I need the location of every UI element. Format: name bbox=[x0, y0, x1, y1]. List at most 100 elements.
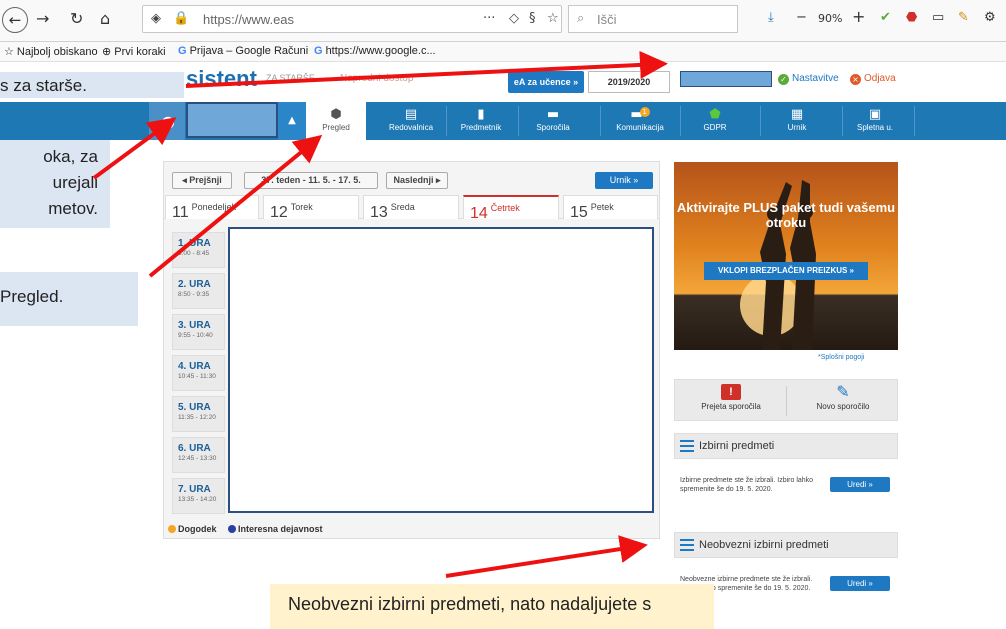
day-tabs: 11 Ponedeljek 12 Torek 13 Sreda 14 Četrtek 1… bbox=[163, 195, 660, 219]
nav-item-sporocila[interactable]: ▬ Sporočila bbox=[518, 102, 588, 140]
search-placeholder: Išči bbox=[597, 12, 617, 27]
messages-box: ! Prejeta sporočila ✎ Novo sporočilo bbox=[674, 379, 898, 421]
browser-navbar: ← → ↻ ⌂ ◈ 🔒 https://www.eas ··· ◇ § ☆ ⌕ … bbox=[0, 0, 1006, 42]
user-icon: ● bbox=[161, 112, 175, 131]
nav-item-komunikacija[interactable]: ▬1 Komunikacija bbox=[605, 102, 675, 140]
search-bar[interactable]: ⌕ Išči bbox=[568, 5, 738, 33]
bookmark-getting-started[interactable]: ⊕ Prvi koraki bbox=[102, 45, 166, 58]
next-week-button[interactable]: Naslednji ▸ bbox=[386, 172, 448, 189]
nav-item-spletna-ucilnica[interactable]: ▣ Spletna u. bbox=[840, 102, 910, 140]
url-text: https://www.eas bbox=[203, 12, 295, 27]
avatar: ● bbox=[149, 102, 185, 140]
callout-child-select: oka, za urejali metov. bbox=[0, 140, 110, 228]
hour-slot-4: 4. URA 10:45 - 11:30 bbox=[172, 355, 225, 391]
nav-item-predmetnik[interactable]: ▮ Predmetnik bbox=[446, 102, 516, 140]
username-box-highlight bbox=[680, 71, 772, 87]
header-dim-link[interactable]: Napredni dostop bbox=[340, 73, 413, 84]
callout-parents: s za starše. bbox=[0, 72, 184, 98]
sidebar-icon[interactable]: ▭ bbox=[932, 10, 944, 25]
brand-logo[interactable]: sistent bbox=[186, 66, 257, 92]
zoom-level[interactable]: 90% bbox=[818, 12, 842, 25]
download-icon[interactable]: ⤓ bbox=[768, 10, 774, 25]
arrow-to-nonmandatory bbox=[445, 535, 648, 578]
day-tab-tuesday[interactable]: 12 Torek bbox=[263, 195, 359, 219]
elective-subjects-header: Izbirni predmeti bbox=[674, 433, 898, 459]
back-arrow-icon[interactable]: ← bbox=[2, 7, 28, 33]
lock-icon: 🔒 bbox=[173, 11, 190, 26]
nav-separator bbox=[760, 106, 761, 136]
bookmark-google-login[interactable]: G Prijava – Google Računi bbox=[178, 45, 308, 57]
week-select[interactable]: 37. teden - 11. 5. - 17. 5. bbox=[244, 172, 378, 189]
nav-separator bbox=[914, 106, 915, 136]
list-icon bbox=[680, 440, 694, 452]
cube-icon: ⬢ bbox=[330, 107, 342, 122]
forward-arrow-icon[interactable]: → bbox=[36, 9, 49, 28]
gradebook-icon: ▤ bbox=[404, 107, 418, 122]
zoom-in-icon[interactable]: + bbox=[852, 7, 865, 26]
nav-item-pregled[interactable]: ⬢ Pregled bbox=[306, 102, 366, 140]
edit-elective-button[interactable]: Uredi » bbox=[830, 477, 890, 492]
url-bar[interactable]: ◈ 🔒 https://www.eas ··· ◇ § ☆ bbox=[142, 5, 562, 33]
nav-item-redovalnica[interactable]: ▤ Redovalnica bbox=[376, 102, 446, 140]
shield-icon: ◈ bbox=[151, 11, 161, 26]
people-silhouette-icon bbox=[760, 180, 816, 350]
new-message-button[interactable]: ✎ Novo sporočilo bbox=[787, 380, 899, 422]
day-tab-monday[interactable]: 11 Ponedeljek bbox=[165, 195, 259, 219]
bookmark-star-icon[interactable]: ☆ bbox=[547, 11, 559, 26]
shield-check-icon: ⬟ bbox=[709, 107, 721, 122]
main-navigation: ● ▲ ⬢ Pregled ▤ Redovalnica ▮ Predmetnik ▬ S… bbox=[0, 102, 1006, 140]
zoom-out-icon[interactable]: − bbox=[796, 10, 807, 25]
bookmark-most-visited[interactable]: ☆ Najbolj obiskano bbox=[4, 45, 98, 58]
nonmandatory-subjects-header: Neobvezni izbirni predmeti bbox=[674, 532, 898, 558]
legend-activity: Interesna dejavnost bbox=[228, 524, 323, 534]
tools-icon[interactable]: ✎ bbox=[958, 10, 969, 25]
edit-nonmandatory-button[interactable]: Uredi » bbox=[830, 576, 890, 591]
nav-item-urnik[interactable]: ▦ Urnik bbox=[762, 102, 832, 140]
reload-icon[interactable]: ↻ bbox=[70, 9, 83, 28]
extension-check-icon[interactable]: ✔ bbox=[880, 10, 891, 25]
callout-overview: Pregled. bbox=[0, 272, 138, 326]
hour-slot-6: 6. URA 12:45 - 13:30 bbox=[172, 437, 225, 473]
timetable-grid-highlight bbox=[228, 227, 654, 513]
received-messages-button[interactable]: ! Prejeta sporočila bbox=[675, 380, 787, 422]
elective-info-text: Izbirne predmete ste že izbrali. Izbiro … bbox=[680, 477, 814, 493]
notification-badge: 1 bbox=[639, 107, 650, 117]
school-year-select[interactable]: 2019/2020 bbox=[588, 71, 670, 93]
adblock-icon[interactable]: ⬣ bbox=[906, 10, 917, 25]
search-icon: ⌕ bbox=[577, 11, 585, 26]
day-tab-thursday[interactable]: 14 Četrtek bbox=[463, 195, 559, 219]
more-icon[interactable]: ··· bbox=[483, 11, 495, 26]
hour-slot-5: 5. URA 11:35 - 12:20 bbox=[172, 396, 225, 432]
pocket-icon[interactable]: ◇ bbox=[509, 11, 519, 26]
prev-week-button[interactable]: ◂ Prejšnji bbox=[172, 172, 232, 189]
urnik-button[interactable]: Urnik » bbox=[595, 172, 653, 189]
child-selector-arrow-icon[interactable]: ▲ bbox=[278, 102, 306, 140]
check-icon: ✓ bbox=[778, 74, 789, 85]
calendar-icon: ▦ bbox=[790, 107, 804, 122]
event-dot-icon bbox=[168, 525, 176, 533]
hour-slot-1: 1. URA 8:00 - 8:45 bbox=[172, 232, 225, 268]
alert-message-icon: ! bbox=[721, 384, 741, 400]
terms-link[interactable]: *Splošni pogoji bbox=[818, 354, 864, 361]
plus-package-ad[interactable]: Aktivirajte PLUS paket tudi vašemu otrok… bbox=[674, 162, 898, 350]
classroom-icon: ▣ bbox=[868, 107, 882, 122]
day-tab-friday[interactable]: 15 Petek bbox=[563, 195, 658, 219]
compose-icon: ✎ bbox=[836, 382, 850, 401]
hour-slot-3: 3. URA 9:55 - 10:40 bbox=[172, 314, 225, 350]
logout-link[interactable]: × Odjava bbox=[850, 73, 896, 85]
child-selector-highlight[interactable] bbox=[186, 102, 278, 138]
free-trial-button[interactable]: VKLOPI BREZPLAČEN PREIZKUS » bbox=[704, 262, 868, 280]
callout-nonmandatory: Neobvezni izbirni predmeti, nato nadalju… bbox=[270, 584, 714, 629]
settings-link[interactable]: ✓ Nastavitve bbox=[778, 73, 839, 85]
bookmark-google[interactable]: Ghttps://www.google.c... bbox=[314, 45, 436, 57]
brand-subtitle: ZA STARŠE bbox=[266, 73, 315, 83]
home-icon[interactable]: ⌂ bbox=[100, 9, 110, 28]
day-tab-wednesday[interactable]: 13 Sreda bbox=[363, 195, 459, 219]
nav-item-gdpr[interactable]: ⬟ GDPR bbox=[680, 102, 750, 140]
menu-icon[interactable]: ⚙ bbox=[984, 10, 996, 25]
hour-slot-2: 2. URA 8:50 - 9:35 bbox=[172, 273, 225, 309]
ea-students-button[interactable]: eA za učence » bbox=[508, 71, 584, 93]
chat-icon: ▬ bbox=[546, 107, 560, 122]
link-icon[interactable]: § bbox=[529, 11, 536, 26]
ad-title: Aktivirajte PLUS paket tudi vašemu otrok… bbox=[676, 200, 896, 230]
